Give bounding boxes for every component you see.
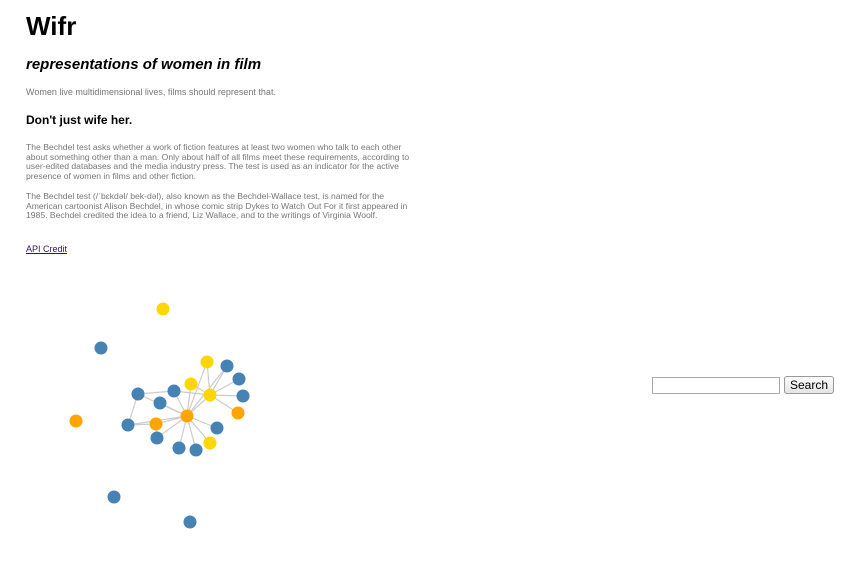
graph-node-yellow[interactable] [203,436,217,450]
graph-node-yellow[interactable] [184,377,198,391]
section-heading: Don't just wife her. [26,113,133,127]
graph-node-yellow[interactable] [200,355,214,369]
graph-links [127,361,244,451]
graph-node-yellow[interactable] [203,388,217,402]
film-network-graph[interactable] [0,260,420,560]
graph-node-blue[interactable] [150,431,164,445]
api-credit-link[interactable]: API Credit [26,244,67,255]
graph-node-blue[interactable] [232,372,246,386]
page: Wifr representations of women in film Wo… [0,0,859,588]
graph-node-orange[interactable] [69,414,83,428]
graph-nodes [69,302,250,529]
graph-node-orange[interactable] [231,406,245,420]
graph-node-blue[interactable] [107,490,121,504]
search-input[interactable] [652,376,780,394]
bechdel-description-paragraph: The Bechdel test asks whether a work of … [26,142,410,182]
graph-node-blue[interactable] [167,384,181,398]
app-title: Wifr [26,11,77,41]
graph-node-yellow[interactable] [156,302,170,316]
graph-node-blue[interactable] [131,387,145,401]
bechdel-history-paragraph: The Bechdel test (/ˈbɛkdəl/ bek-dəl), al… [26,191,408,221]
graph-node-blue[interactable] [183,515,197,529]
graph-node-orange[interactable] [180,409,194,423]
graph-node-blue[interactable] [210,421,224,435]
graph-node-orange[interactable] [149,417,163,431]
graph-node-blue[interactable] [172,441,186,455]
graph-node-blue[interactable] [189,443,203,457]
tagline: Women live multidimensional lives, films… [26,87,276,97]
graph-node-blue[interactable] [236,389,250,403]
search-button[interactable]: Search [784,376,835,394]
page-subtitle: representations of women in film [26,56,262,73]
graph-node-blue[interactable] [220,359,234,373]
graph-node-blue[interactable] [94,341,108,355]
graph-node-blue[interactable] [153,396,167,410]
search-form: Search [652,376,835,394]
graph-node-blue[interactable] [121,418,135,432]
